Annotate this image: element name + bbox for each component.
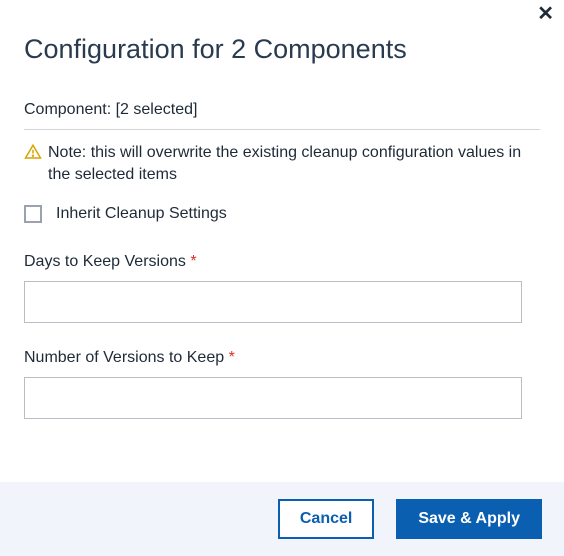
modal-footer: Cancel Save & Apply <box>0 482 564 556</box>
required-marker: * <box>190 253 196 270</box>
days-to-keep-label-text: Days to Keep Versions <box>24 253 186 270</box>
required-marker: * <box>229 349 235 366</box>
days-to-keep-field: Days to Keep Versions * <box>24 253 540 323</box>
days-to-keep-label: Days to Keep Versions * <box>24 253 540 271</box>
note-text: Note: this will overwrite the existing c… <box>48 142 540 185</box>
component-summary: Component: [2 selected] <box>24 101 540 119</box>
versions-to-keep-input[interactable] <box>24 377 522 419</box>
configuration-modal: ✕ Configuration for 2 Components Compone… <box>0 0 564 556</box>
versions-to-keep-label: Number of Versions to Keep * <box>24 349 540 367</box>
days-to-keep-input[interactable] <box>24 281 522 323</box>
save-apply-button[interactable]: Save & Apply <box>396 499 542 539</box>
warning-triangle-icon <box>24 143 42 161</box>
component-value: [2 selected] <box>116 101 198 118</box>
divider <box>24 129 540 130</box>
page-title: Configuration for 2 Components <box>24 34 540 65</box>
versions-to-keep-field: Number of Versions to Keep * <box>24 349 540 419</box>
inherit-settings-row: Inherit Cleanup Settings <box>24 205 540 223</box>
close-icon[interactable]: ✕ <box>537 4 554 24</box>
note-row: Note: this will overwrite the existing c… <box>24 142 540 185</box>
component-prefix: Component: <box>24 101 116 118</box>
inherit-settings-label: Inherit Cleanup Settings <box>56 205 227 223</box>
versions-to-keep-label-text: Number of Versions to Keep <box>24 349 224 366</box>
inherit-settings-checkbox[interactable] <box>24 205 42 223</box>
cancel-button[interactable]: Cancel <box>278 499 374 539</box>
